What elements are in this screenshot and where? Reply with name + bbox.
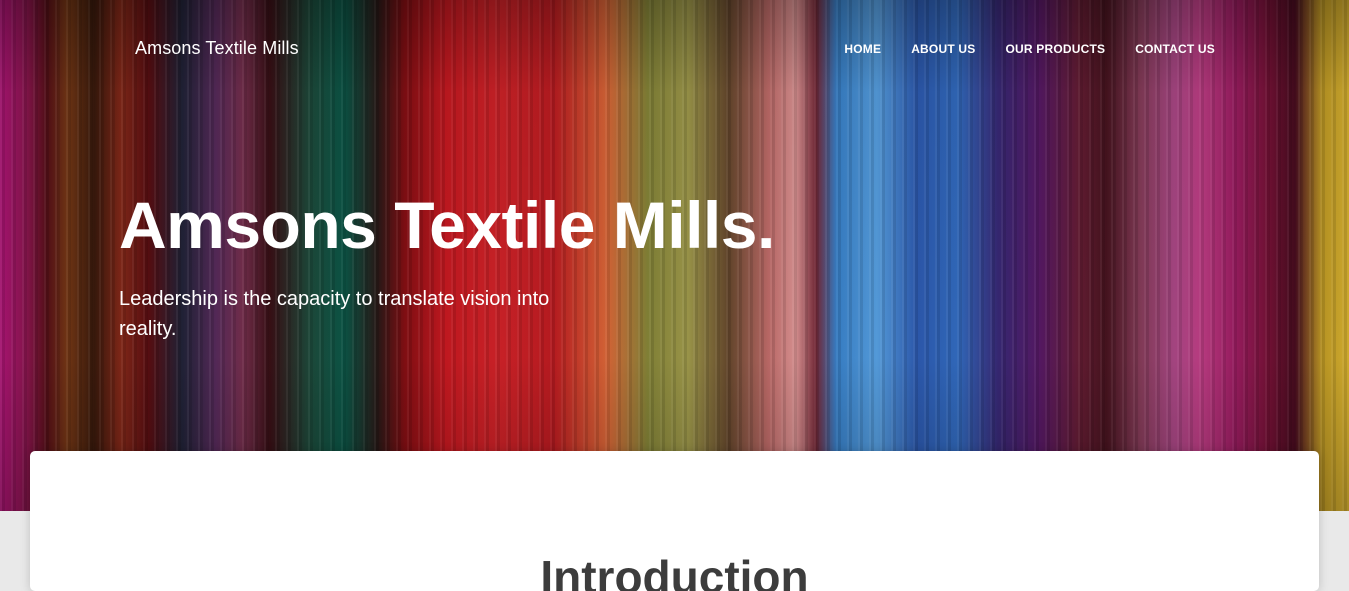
brand-logo-link[interactable]: Amsons Textile Mills bbox=[135, 38, 299, 59]
hero-content: Amsons Textile Mills. Leadership is the … bbox=[119, 183, 775, 344]
nav-our-products[interactable]: OUR PRODUCTS bbox=[1005, 42, 1105, 56]
main-nav: HOME ABOUT US OUR PRODUCTS CONTACT US bbox=[844, 42, 1215, 56]
nav-contact-us[interactable]: CONTACT US bbox=[1135, 42, 1215, 56]
main-content-card: Introduction bbox=[30, 451, 1319, 591]
top-navigation-bar: Amsons Textile Mills HOME ABOUT US OUR P… bbox=[0, 0, 1349, 100]
hero-title: Amsons Textile Mills. bbox=[119, 188, 775, 262]
nav-about-us[interactable]: ABOUT US bbox=[911, 42, 975, 56]
hero-subtitle: Leadership is the capacity to translate … bbox=[119, 288, 550, 340]
nav-home[interactable]: HOME bbox=[844, 42, 881, 56]
section-heading: Introduction bbox=[540, 551, 809, 591]
